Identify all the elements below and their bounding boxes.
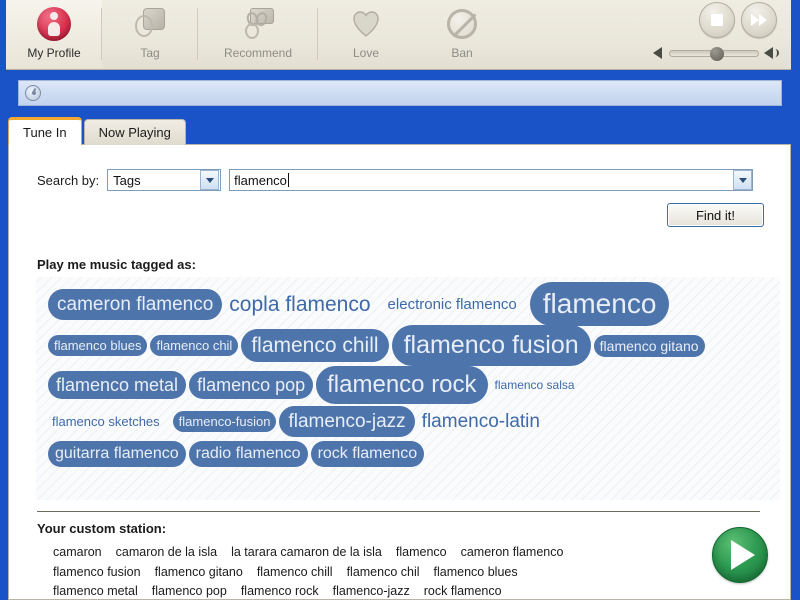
custom-station-item[interactable]: flamenco (396, 545, 447, 559)
window-frame-left (0, 0, 6, 600)
search-input-value: flamenco (234, 172, 287, 188)
tag-link[interactable]: flamenco chil (150, 335, 239, 356)
custom-station-line: camaron camaron de la isla la tarara camar… (53, 543, 693, 563)
tag-cloud: cameron flamenco copla flamenco electronic… (36, 277, 780, 500)
section-divider (37, 511, 760, 512)
custom-station-item[interactable]: cameron flamenco (461, 545, 564, 559)
toolbar-label-tag: Tag (140, 46, 160, 60)
custom-station-item[interactable]: flamenco rock (241, 584, 319, 598)
toolbar-label-recommend: Recommend (223, 46, 293, 60)
tag-link[interactable]: flamenco-jazz (279, 406, 415, 437)
app-window: My Profile Tag Recommend Love Ban Tune I… (0, 0, 800, 600)
tag-link[interactable]: flamenco-fusion (172, 411, 277, 432)
toolbar-label-love: Love (352, 46, 380, 60)
custom-station-item[interactable]: flamenco fusion (53, 565, 141, 579)
transport-buttons (699, 2, 777, 38)
tag-cloud-row: cameron flamenco copla flamenco electronic… (48, 282, 776, 326)
stop-button[interactable] (699, 2, 735, 38)
tag-link[interactable]: cameron flamenco (48, 288, 223, 320)
tab-now-playing[interactable]: Now Playing (83, 119, 186, 145)
custom-station-item[interactable]: flamenco pop (152, 584, 227, 598)
volume-high-icon (764, 47, 779, 59)
tag-link[interactable]: flamenco (529, 282, 670, 326)
tag-icon (133, 3, 167, 45)
tag-link[interactable]: flamenco chill (241, 329, 389, 362)
tag-link[interactable]: copla flamenco (225, 288, 374, 321)
toolbar-button-ban[interactable]: Ban (414, 0, 510, 68)
text-cursor (287, 172, 289, 187)
stop-icon (711, 14, 723, 26)
tab-bar: Tune In Now Playing (8, 117, 188, 145)
toolbar-button-love[interactable]: Love (318, 0, 414, 68)
custom-station-item[interactable]: camaron de la isla (116, 545, 217, 559)
toolbar-label-my-profile: My Profile (27, 46, 81, 60)
tag-link[interactable]: flamenco gitano (593, 334, 705, 357)
now-playing-statusbar (18, 80, 782, 106)
tab-tune-in[interactable]: Tune In (8, 117, 82, 145)
tag-link[interactable]: flamenco pop (189, 371, 314, 399)
custom-station-item[interactable]: la tarara camaron de la isla (231, 545, 382, 559)
volume-slider[interactable] (669, 46, 759, 61)
search-row: Search by: Tags flamenco (37, 169, 754, 191)
custom-station-item[interactable]: flamenco metal (53, 584, 138, 598)
custom-station-item[interactable]: rock flamenco (424, 584, 502, 598)
transport-controls (653, 2, 779, 61)
search-input[interactable]: flamenco (229, 169, 754, 191)
volume-control[interactable] (653, 46, 779, 61)
tag-link[interactable]: flamenco metal (48, 371, 187, 399)
tag-link[interactable]: electronic flamenco (384, 292, 521, 317)
volume-slider-thumb[interactable] (710, 46, 725, 61)
tag-link[interactable]: flamenco rock (316, 366, 488, 404)
custom-station-heading: Your custom station: (37, 521, 167, 536)
chevron-down-icon[interactable] (200, 170, 220, 190)
tag-link[interactable]: flamenco-latin (418, 406, 544, 437)
search-mode-value: Tags (113, 172, 141, 188)
volume-low-icon (653, 47, 664, 59)
tag-cloud-row: flamenco sketches flamenco-fusion flamenco… (48, 405, 776, 438)
profile-icon (37, 3, 71, 45)
play-button[interactable] (712, 527, 768, 583)
toolbar-button-tag[interactable]: Tag (102, 0, 198, 68)
custom-station-item[interactable]: flamenco gitano (155, 565, 243, 579)
custom-station-line: flamenco fusion flamenco gitano flamenco c… (53, 563, 693, 583)
toolbar: My Profile Tag Recommend Love Ban (6, 0, 791, 70)
custom-station-list: camaron camaron de la isla la tarara camar… (53, 543, 693, 600)
custom-station-item[interactable]: flamenco-jazz (333, 584, 410, 598)
heart-icon (349, 3, 383, 45)
disc-icon (25, 85, 41, 101)
tab-tune-in-label: Tune In (23, 125, 67, 140)
custom-station-item[interactable]: flamenco chil (347, 565, 420, 579)
toolbar-button-my-profile[interactable]: My Profile (6, 0, 102, 68)
tab-now-playing-label: Now Playing (98, 125, 171, 140)
toolbar-button-recommend[interactable]: Recommend (198, 0, 318, 68)
fast-forward-icon (751, 14, 767, 26)
recommend-icon (241, 3, 275, 45)
search-history-chevron-icon[interactable] (733, 170, 753, 190)
tag-cloud-row: flamenco metal flamenco pop flamenco rock f… (48, 366, 776, 404)
tag-link[interactable]: radio flamenco (188, 441, 308, 467)
ban-icon (447, 3, 477, 45)
play-icon (731, 540, 755, 570)
search-mode-select[interactable]: Tags (107, 169, 222, 191)
window-frame-right (791, 0, 800, 600)
tag-link[interactable]: flamenco salsa (491, 375, 579, 395)
tune-in-panel: Search by: Tags flamenco Find it! Play m… (8, 144, 791, 600)
custom-station-item[interactable]: camaron (53, 545, 102, 559)
tag-cloud-row: flamenco blues flamenco chil flamenco chil… (48, 325, 776, 366)
find-it-button[interactable]: Find it! (667, 203, 764, 227)
tag-cloud-heading: Play me music tagged as: (37, 257, 196, 272)
custom-station-item[interactable]: flamenco chill (257, 565, 333, 579)
tag-link[interactable]: flamenco fusion (391, 325, 591, 366)
find-it-label: Find it! (695, 207, 735, 223)
custom-station-line: flamenco metal flamenco pop flamenco rock f… (53, 582, 693, 600)
tag-cloud-row: guitarra flamenco radio flamenco rock flam… (48, 439, 776, 469)
tag-link[interactable]: flamenco sketches (48, 411, 164, 432)
tag-link[interactable]: guitarra flamenco (48, 441, 186, 467)
tag-link[interactable]: flamenco blues (48, 335, 148, 356)
tag-link[interactable]: rock flamenco (310, 441, 425, 467)
skip-button[interactable] (741, 2, 777, 38)
search-by-label: Search by: (37, 172, 100, 188)
custom-station-item[interactable]: flamenco blues (434, 565, 518, 579)
toolbar-label-ban: Ban (451, 46, 473, 60)
